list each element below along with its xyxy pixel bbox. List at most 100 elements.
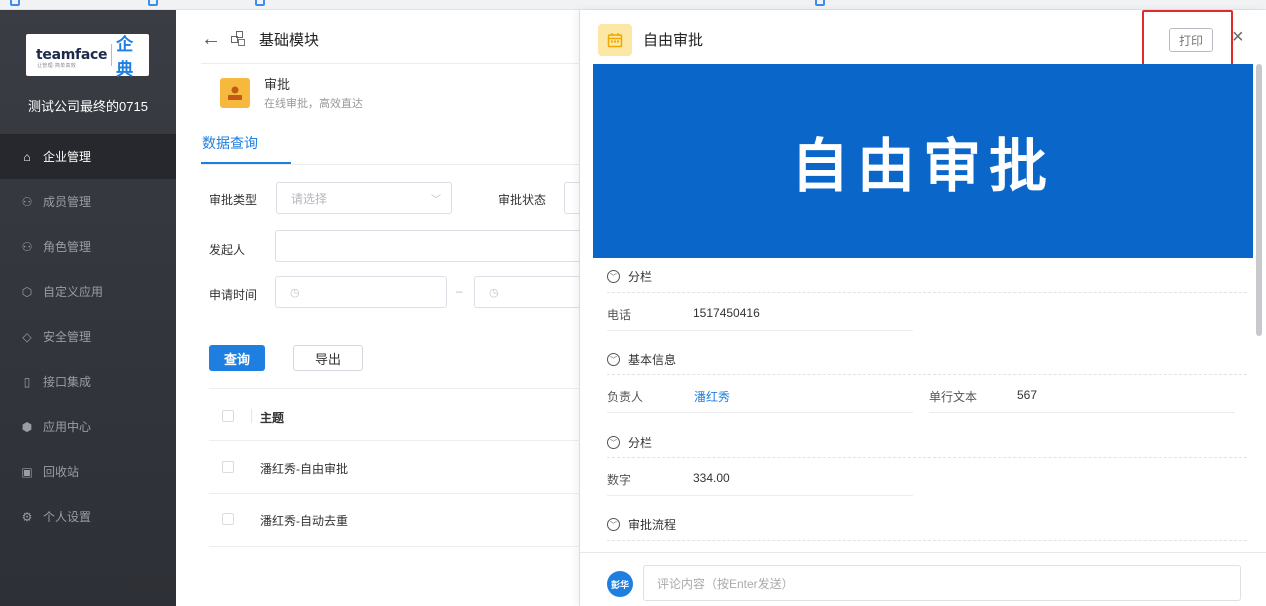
sidebar: teamface 让管理·简单高效 企典 测试公司最终的0715 ⌂ 企业管理 ⚇ 成… [0,10,176,606]
approval-type-select[interactable]: 请选择 ﹀ [276,182,452,214]
table-row-border [209,440,580,441]
module-list-panel: ← 基础模块 审批 在线审批，高效直达 数据查询 审批类型 请选择 ﹀ 审批状态… [176,10,580,606]
back-arrow-icon[interactable]: ← [201,28,221,51]
collapse-icon[interactable]: ﹀ [607,270,620,283]
section-divider [607,540,1247,541]
start-date-picker[interactable]: ◷ [275,276,447,308]
single-line-text-value: 567 [1017,388,1038,402]
sidebar-item[interactable]: ⬢ 应用中心 [0,404,176,449]
sidebar-item-label: 回收站 [43,465,80,479]
section-divider [607,292,1247,293]
field-underline [607,330,913,331]
date-range-separator: – [456,284,463,298]
section-title: 分栏 [628,270,653,284]
divider [201,164,580,165]
comment-input[interactable]: 评论内容（按Enter发送） [643,565,1241,601]
logo-chinese-name: 企典 [116,35,134,79]
sidebar-item[interactable]: ⚙ 个人设置 [0,494,176,539]
section-title: 分栏 [628,436,653,450]
section-header[interactable]: ﹀ 审批流程 [607,516,676,533]
end-date-picker[interactable]: ◷ [474,276,580,308]
number-label: 数字 [607,473,632,487]
phone-label: 电话 [607,308,632,322]
settings-icon: ⚙ [21,509,33,524]
sidebar-item-label: 接口集成 [43,375,92,389]
bookmark-icon[interactable] [255,0,265,6]
owner-value-link[interactable]: 潘红秀 [694,388,730,405]
sidebar-item[interactable]: ▣ 回收站 [0,449,176,494]
calendar-icon [598,24,632,56]
app-description: 在线审批，高效直达 [264,98,363,110]
sidebar-item[interactable]: ⬡ 自定义应用 [0,269,176,314]
clock-icon: ◷ [290,286,300,299]
panel-title: 自由审批 [643,32,704,49]
row-checkbox[interactable] [222,513,234,525]
cube-icon: ⬡ [21,284,33,299]
scrollbar[interactable] [1256,64,1262,336]
approval-detail-panel: 自由审批 打印 × 自由审批 ﹀ 分栏 电话 1517450416 ﹀ 基本信息… [580,10,1266,606]
table-row[interactable]: 潘红秀-自由审批 [260,460,348,477]
approval-status-select[interactable] [564,182,580,214]
comment-placeholder: 评论内容（按Enter发送） [657,576,794,591]
row-checkbox[interactable] [222,461,234,473]
recycle-icon: ▣ [21,464,33,479]
module-title: 基础模块 [259,32,320,49]
logo-divider [111,44,113,66]
section-title: 审批流程 [628,518,677,532]
comment-bar: 彭华 评论内容（按Enter发送） [580,552,1266,606]
sidebar-item-label: 角色管理 [43,240,92,254]
section-header[interactable]: ﹀ 基本信息 [607,351,676,368]
approval-app-icon [220,77,250,108]
approval-type-placeholder: 请选择 [291,191,328,206]
approval-type-label: 审批类型 [209,193,258,207]
sidebar-item[interactable]: ⚇ 成员管理 [0,179,176,224]
clock-icon: ◷ [489,286,499,299]
bookmark-icon[interactable] [815,0,825,6]
sidebar-item[interactable]: ⚇ 角色管理 [0,224,176,269]
section-header[interactable]: ﹀ 分栏 [607,434,652,451]
bookmark-icon[interactable] [10,0,20,6]
sidebar-item-label: 个人设置 [43,510,92,524]
single-line-text-label: 单行文本 [929,390,978,404]
bookmark-icon[interactable] [148,0,158,6]
query-button[interactable]: 查询 [209,345,265,371]
section-title: 基本信息 [628,353,677,367]
initiator-input[interactable] [275,230,580,262]
sidebar-item-label: 安全管理 [43,330,92,344]
table-row-border [209,546,580,547]
sidebar-item[interactable]: ▯ 接口集成 [0,359,176,404]
table-top-border [209,388,580,389]
sidebar-item[interactable]: ◇ 安全管理 [0,314,176,359]
form-banner: 自由审批 [593,64,1253,258]
export-button[interactable]: 导出 [293,345,363,371]
logo: teamface 让管理·简单高效 企典 [26,34,149,79]
collapse-icon[interactable]: ﹀ [607,353,620,366]
sidebar-item[interactable]: ⌂ 企业管理 [0,134,176,179]
collapse-icon[interactable]: ﹀ [607,518,620,531]
table-row[interactable]: 潘红秀-自动去重 [260,512,348,529]
collapse-icon[interactable]: ﹀ [607,436,620,449]
chevron-down-icon: ﹀ [431,195,441,206]
app-name: 审批 [264,77,291,92]
tab-data-query[interactable]: 数据查询 [202,133,258,153]
browser-bookmark-strip [0,0,1266,10]
sidebar-item-label: 企业管理 [43,150,92,164]
phone-value: 1517450416 [693,306,760,320]
close-icon[interactable]: × [1232,26,1244,49]
approval-status-label: 审批状态 [498,193,547,207]
number-value: 334.00 [693,471,730,485]
module-header: ← 基础模块 [201,28,319,51]
field-underline [607,495,913,496]
section-header[interactable]: ﹀ 分栏 [607,268,652,285]
interface-icon: ▯ [23,374,31,389]
logo-slogan: 让管理·简单高效 [37,63,77,69]
building-icon: ⌂ [23,149,31,164]
company-name: 测试公司最终的0715 [28,99,148,114]
sidebar-menu: ⌂ 企业管理 ⚇ 成员管理 ⚇ 角色管理 ⬡ 自定义应用 ◇ 安全管理 ▯ 接口集成 ⬢ 应用中心 ▣ 回收站… [0,134,176,539]
select-all-checkbox[interactable] [222,410,234,422]
sidebar-item-label: 应用中心 [43,420,92,434]
module-grid-icon [231,30,249,49]
logo-text: teamface [36,47,108,63]
print-button[interactable]: 打印 [1169,28,1213,52]
apply-time-label: 申请时间 [209,288,258,302]
